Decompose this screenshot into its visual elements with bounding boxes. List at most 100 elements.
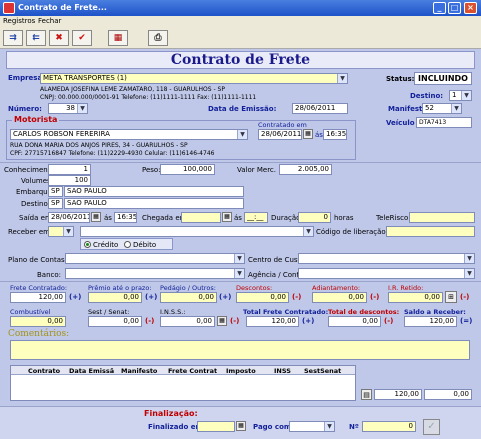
chevron-down-icon[interactable]: ▼	[77, 104, 87, 113]
embarque-uf-field[interactable]: SP	[48, 186, 63, 197]
sest-field[interactable]: 0,00	[88, 316, 142, 327]
saida-date-field[interactable]: 28/06/2011	[48, 212, 90, 223]
banco-select[interactable]: ▼	[65, 268, 245, 279]
comentarios-field[interactable]	[10, 340, 470, 360]
contracts-grid[interactable]: Contrato Data Emissã Manifesto Frete Con…	[10, 365, 356, 401]
calendar-icon[interactable]: ▦	[236, 421, 246, 431]
chevron-down-icon[interactable]: ▼	[464, 269, 474, 278]
divider	[0, 162, 481, 163]
chegada-date-field[interactable]	[181, 212, 221, 223]
finalizado-date-field[interactable]	[197, 421, 235, 432]
destino-cidade-field[interactable]: SÃO PAULO	[64, 198, 244, 209]
chevron-down-icon[interactable]: ▼	[464, 254, 474, 263]
chevron-down-icon[interactable]: ▼	[303, 227, 313, 236]
chevron-down-icon[interactable]: ▼	[234, 269, 244, 278]
total-frete-field: 120,00	[246, 316, 299, 327]
menu-fechar[interactable]: Fechar	[38, 17, 61, 25]
first-record-button[interactable]: ⇉	[3, 30, 23, 46]
close-button[interactable]: ×	[464, 2, 477, 14]
destino-top-value: 1	[452, 91, 457, 99]
receber-select[interactable]: ▼	[48, 226, 74, 237]
manifesto-value: 52	[425, 104, 434, 112]
adiantamento-field[interactable]: 0,00	[312, 292, 367, 303]
grid-col-manifesto[interactable]: Manifesto	[121, 367, 157, 375]
grid-col-sestsenat[interactable]: SestSenat	[304, 367, 341, 375]
print-button[interactable]: ⎙	[148, 30, 168, 46]
saida-time-field[interactable]: 16:35	[114, 212, 137, 223]
chegada-time-field[interactable]: __:__	[244, 212, 268, 223]
grid-total-imposto: 0,00	[424, 389, 472, 400]
calendar-icon[interactable]: ▦	[222, 212, 232, 222]
plus-icon: (+)	[69, 293, 82, 301]
receber-label: Receber em:	[8, 228, 53, 236]
calculate-icon[interactable]: ⊞	[445, 291, 457, 303]
chevron-down-icon[interactable]: ▼	[324, 422, 334, 431]
motorista-select[interactable]: CARLOS ROBSON FERERIRA ▼	[10, 129, 248, 140]
minimize-button[interactable]: _	[433, 2, 446, 14]
contratado-date-field[interactable]: 28/06/2011	[258, 129, 302, 140]
emissao-label: Data de Emissão:	[208, 105, 277, 113]
credito-label: Crédito	[93, 241, 119, 249]
chevron-down-icon[interactable]: ▼	[461, 91, 471, 100]
centro-select[interactable]: ▼	[298, 253, 475, 264]
veiculo-field[interactable]: DTA7413	[416, 117, 472, 128]
descontos-field[interactable]: 0,00	[236, 292, 289, 303]
menu-registros[interactable]: Registros	[3, 17, 35, 25]
inss-table-icon[interactable]: ▦	[217, 316, 227, 326]
pedagio-field[interactable]: 0,00	[160, 292, 217, 303]
plus-icon: (+)	[302, 317, 315, 325]
chevron-down-icon[interactable]: ▼	[237, 130, 247, 139]
peso-field[interactable]: 100,000	[160, 164, 215, 175]
calendar-icon[interactable]: ▦	[303, 129, 313, 139]
manifesto-select[interactable]: 52 ▼	[422, 103, 462, 114]
grid-col-inss[interactable]: INSS	[274, 367, 291, 375]
premio-field[interactable]: 0,00	[88, 292, 142, 303]
embarque-cidade-field[interactable]: SÃO PAULO	[64, 186, 244, 197]
divider	[0, 281, 481, 282]
debito-radio[interactable]	[124, 241, 131, 248]
credito-radio[interactable]	[84, 241, 91, 248]
frete-contratado-field[interactable]: 120,00	[10, 292, 66, 303]
descontos-label: Descontos:	[236, 284, 273, 292]
chevron-down-icon[interactable]: ▼	[63, 227, 73, 236]
maximize-button[interactable]: □	[448, 2, 461, 14]
valor-field[interactable]: 2.005,00	[279, 164, 332, 175]
emissao-field[interactable]: 28/06/2011	[292, 103, 348, 114]
destino-uf-field[interactable]: SP	[48, 198, 63, 209]
grid-col-frete[interactable]: Frete Contrat	[168, 367, 217, 375]
empresa-select[interactable]: META TRANSPORTES (1) ▼	[40, 73, 348, 84]
delete-button[interactable]: ✖	[49, 30, 69, 46]
volumes-field[interactable]: 100	[48, 175, 91, 186]
plus-icon: (+)	[219, 293, 232, 301]
combustivel-field[interactable]: 0,00	[10, 316, 66, 327]
telerisco-field[interactable]	[409, 212, 475, 223]
contratado-time-field[interactable]: 16:35	[323, 129, 347, 140]
finalize-button[interactable]: ✓	[423, 419, 440, 435]
grid-col-contrato[interactable]: Contrato	[28, 367, 60, 375]
confirm-button[interactable]: ✔	[72, 30, 92, 46]
receber-local-select[interactable]: ▼	[80, 226, 314, 237]
numero-final-field[interactable]: 0	[362, 421, 416, 432]
page-title: Contrato de Frete	[6, 51, 475, 69]
chevron-down-icon[interactable]: ▼	[337, 74, 347, 83]
calculator-icon[interactable]: ▤	[361, 389, 372, 400]
prev-record-button[interactable]: ⇇	[26, 30, 46, 46]
grid-col-imposto[interactable]: Imposto	[226, 367, 256, 375]
status-value: INCLUINDO	[414, 72, 472, 85]
liberacao-field[interactable]	[386, 226, 475, 237]
calculator-button[interactable]: ▦	[108, 30, 128, 46]
chevron-down-icon[interactable]: ▼	[234, 254, 244, 263]
inss-field[interactable]: 0,00	[160, 316, 215, 327]
pago-select[interactable]: ▼	[289, 421, 335, 432]
banco-label: Banco:	[37, 271, 62, 279]
destino-top-select[interactable]: 1 ▼	[449, 90, 472, 101]
numero-select[interactable]: 38 ▼	[48, 103, 88, 114]
ir-field[interactable]: 0,00	[388, 292, 443, 303]
plano-select[interactable]: ▼	[65, 253, 245, 264]
calendar-icon[interactable]: ▦	[91, 212, 101, 222]
grid-col-data[interactable]: Data Emissã	[69, 367, 114, 375]
chevron-down-icon[interactable]: ▼	[451, 104, 461, 113]
agencia-select[interactable]: ▼	[298, 268, 475, 279]
conhecimentos-field[interactable]: 1	[48, 164, 91, 175]
duracao-field[interactable]: 0	[298, 212, 331, 223]
